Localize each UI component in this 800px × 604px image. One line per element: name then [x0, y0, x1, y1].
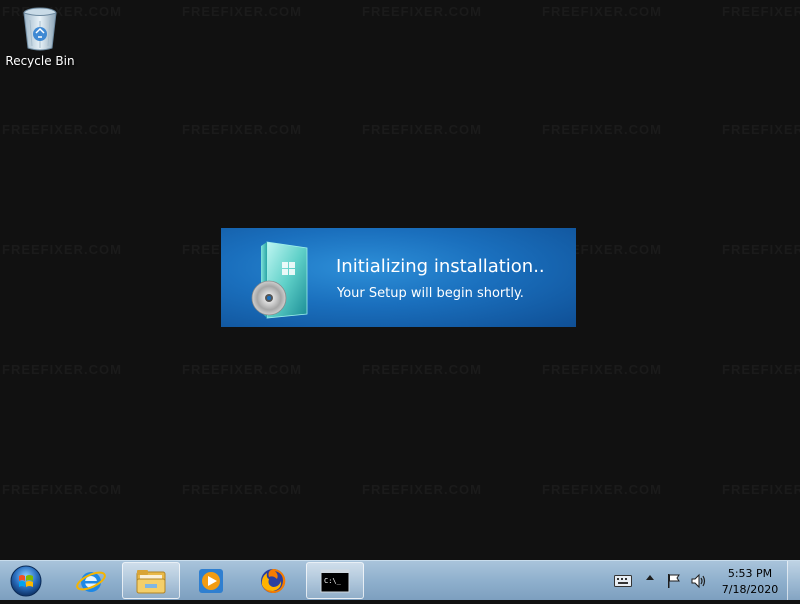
watermark: FREEFIXER.COM — [182, 362, 302, 377]
watermark: FREEFIXER.COM — [542, 4, 662, 19]
start-button[interactable] — [4, 562, 48, 600]
watermark: FREEFIXER.COM — [542, 122, 662, 137]
watermark: FREEFIXER.COM — [722, 4, 800, 19]
watermark: FREEFIXER.COM — [362, 362, 482, 377]
watermark: FREEFIXER.COM — [542, 362, 662, 377]
taskbar-media-player-button[interactable] — [182, 562, 240, 599]
watermark: FREEFIXER.COM — [722, 362, 800, 377]
watermark: FREEFIXER.COM — [182, 122, 302, 137]
windows-start-orb-icon — [10, 565, 42, 597]
setup-splash-screen: Initializing installation.. Your Setup w… — [221, 228, 576, 327]
desktop: FREEFIXER.COM FREEFIXER.COM FREEFIXER.CO… — [0, 0, 800, 560]
volume-icon[interactable] — [690, 573, 708, 589]
recycle-bin-label: Recycle Bin — [5, 54, 75, 68]
taskbar-command-prompt-button[interactable]: C:\_ — [306, 562, 364, 599]
watermark: FREEFIXER.COM — [2, 362, 122, 377]
watermark: FREEFIXER.COM — [362, 4, 482, 19]
windows-setup-box-icon — [251, 241, 308, 319]
taskbar-firefox-button[interactable] — [244, 562, 302, 599]
watermark: FREEFIXER.COM — [2, 122, 122, 137]
splash-title: Initializing installation.. — [336, 256, 545, 277]
watermark: FREEFIXER.COM — [2, 482, 122, 497]
recycle-bin-icon — [23, 7, 57, 51]
taskbar-internet-explorer-button[interactable] — [62, 562, 120, 599]
splash-subtitle: Your Setup will begin shortly. — [337, 286, 524, 301]
watermark: FREEFIXER.COM — [2, 242, 122, 257]
internet-explorer-icon — [76, 571, 106, 592]
clock-date: 7/18/2020 — [721, 583, 779, 596]
taskbar-windows-explorer-button[interactable] — [122, 562, 180, 599]
media-player-icon — [199, 568, 223, 593]
watermark: FREEFIXER.COM — [722, 122, 800, 137]
show-hidden-icons-chevron[interactable] — [646, 575, 654, 580]
keyboard-icon[interactable] — [614, 575, 632, 587]
clock-time: 5:53 PM — [727, 567, 773, 580]
watermark: FREEFIXER.COM — [182, 4, 302, 19]
show-desktop-button[interactable] — [787, 561, 800, 600]
action-center-flag-icon[interactable] — [666, 573, 682, 589]
command-prompt-icon: C:\_ — [320, 569, 350, 592]
watermark: FREEFIXER.COM — [722, 242, 800, 257]
firefox-icon — [261, 568, 286, 593]
watermark: FREEFIXER.COM — [542, 482, 662, 497]
cmd-icon-text: C:\_ — [324, 577, 342, 585]
taskbar: C:\_ 5:53 PM 7/18/2020 — [0, 560, 800, 600]
watermark: FREEFIXER.COM — [182, 482, 302, 497]
system-clock[interactable]: 5:53 PM 7/18/2020 — [716, 566, 784, 598]
folder-icon — [136, 569, 166, 593]
watermark: FREEFIXER.COM — [362, 122, 482, 137]
watermark: FREEFIXER.COM — [362, 482, 482, 497]
watermark: FREEFIXER.COM — [722, 482, 800, 497]
recycle-bin-shortcut[interactable]: Recycle Bin — [4, 6, 76, 76]
